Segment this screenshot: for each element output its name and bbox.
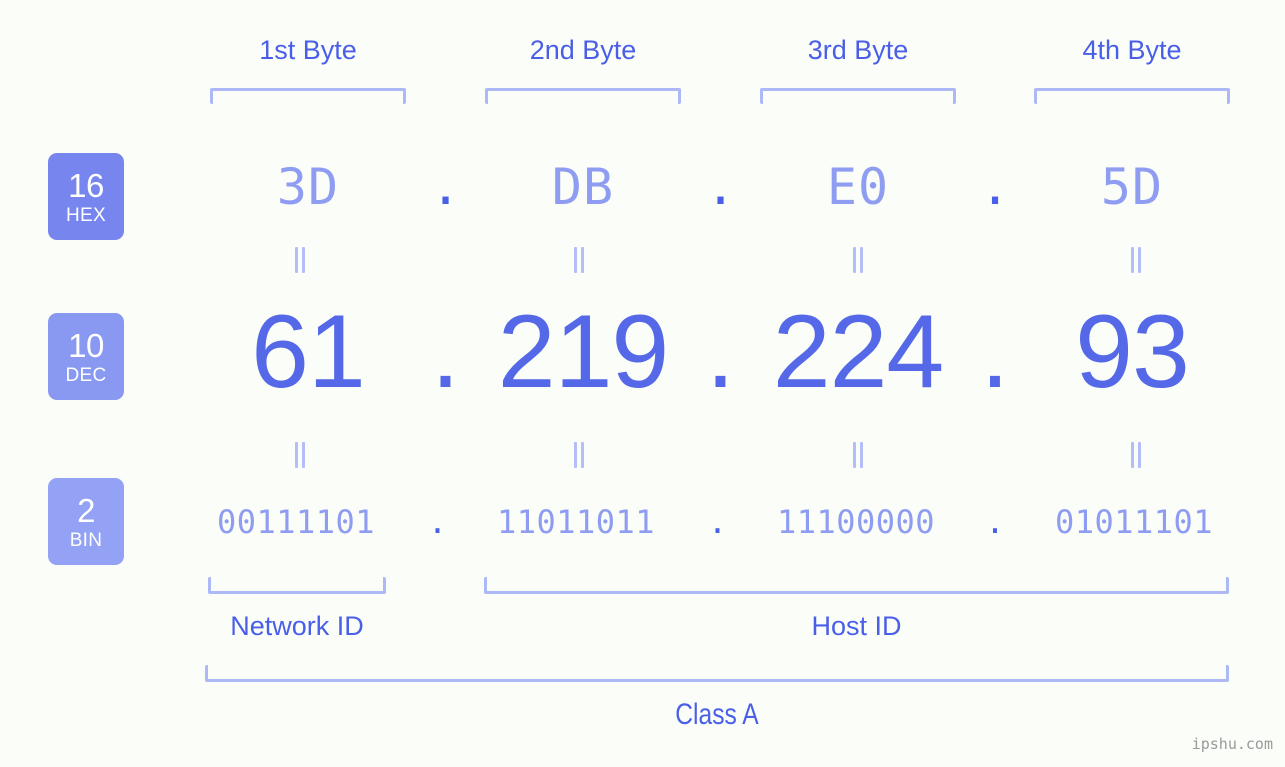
byte-header-label-2: 2nd Byte xyxy=(529,35,637,65)
network-id-bracket xyxy=(208,577,386,594)
dec-separator-3: . xyxy=(980,294,1010,410)
bin-octet-4: 01011101 xyxy=(1054,503,1214,541)
radix-badge-dec[interactable]: 10 DEC xyxy=(48,313,124,400)
radix-badge-hex-number: 16 xyxy=(68,166,104,204)
dec-separator-2: . xyxy=(706,294,735,410)
radix-badge-bin[interactable]: 2 BIN xyxy=(48,478,124,565)
bin-separator-1: . xyxy=(427,503,448,541)
equals-marker-hex-dec-3 xyxy=(852,247,864,273)
equals-marker-dec-bin-1 xyxy=(294,442,306,468)
equals-marker-dec-bin-4 xyxy=(1130,442,1142,468)
dec-octet-2: 219 xyxy=(497,294,670,410)
hex-separator-3: . xyxy=(979,158,1011,216)
byte-bracket-3 xyxy=(760,88,956,104)
byte-header-label-1: 1st Byte xyxy=(259,35,357,65)
equals-marker-hex-dec-1 xyxy=(294,247,306,273)
byte-bracket-1 xyxy=(210,88,406,104)
hex-octet-4: 5D xyxy=(1100,158,1164,216)
hex-separator-2: . xyxy=(705,158,736,216)
site-watermark: ipshu.com xyxy=(1191,735,1273,753)
dec-separator-1: . xyxy=(431,294,460,410)
equals-marker-dec-bin-3 xyxy=(852,442,864,468)
byte-bracket-4 xyxy=(1034,88,1230,104)
byte-header-label-4: 4th Byte xyxy=(1082,35,1182,65)
equals-marker-hex-dec-2 xyxy=(573,247,585,273)
bin-octet-2: 11011011 xyxy=(496,503,656,541)
bin-octet-3: 11100000 xyxy=(776,503,936,541)
radix-badge-hex[interactable]: 16 HEX xyxy=(48,153,124,240)
ip-address-breakdown-diagram: 1st Byte 2nd Byte 3rd Byte 4th Byte 16 H… xyxy=(0,0,1285,767)
dec-octet-3: 224 xyxy=(772,294,945,410)
bin-octet-1: 00111101 xyxy=(216,503,376,541)
byte-header-label-3: 3rd Byte xyxy=(807,35,909,65)
dec-octet-1: 61 xyxy=(251,294,366,410)
hex-octet-2: DB xyxy=(551,158,615,216)
equals-marker-hex-dec-4 xyxy=(1130,247,1142,273)
radix-badge-dec-number: 10 xyxy=(68,326,104,364)
class-label: Class A xyxy=(675,698,759,731)
host-id-label: Host ID xyxy=(811,611,902,641)
radix-badge-bin-number: 2 xyxy=(77,491,95,529)
equals-marker-dec-bin-2 xyxy=(573,442,585,468)
dec-octet-4: 93 xyxy=(1075,294,1190,410)
class-bracket xyxy=(205,665,1229,682)
network-id-label: Network ID xyxy=(230,611,364,641)
byte-bracket-2 xyxy=(485,88,681,104)
bin-separator-2: . xyxy=(707,503,728,541)
hex-octet-1: 3D xyxy=(276,158,340,216)
bin-separator-3: . xyxy=(985,503,1005,541)
radix-badge-dec-system: DEC xyxy=(65,364,107,386)
hex-octet-3: E0 xyxy=(826,158,890,216)
host-id-bracket xyxy=(484,577,1229,594)
radix-badge-bin-system: BIN xyxy=(69,529,103,551)
hex-separator-1: . xyxy=(430,158,461,216)
radix-badge-hex-system: HEX xyxy=(66,204,106,226)
